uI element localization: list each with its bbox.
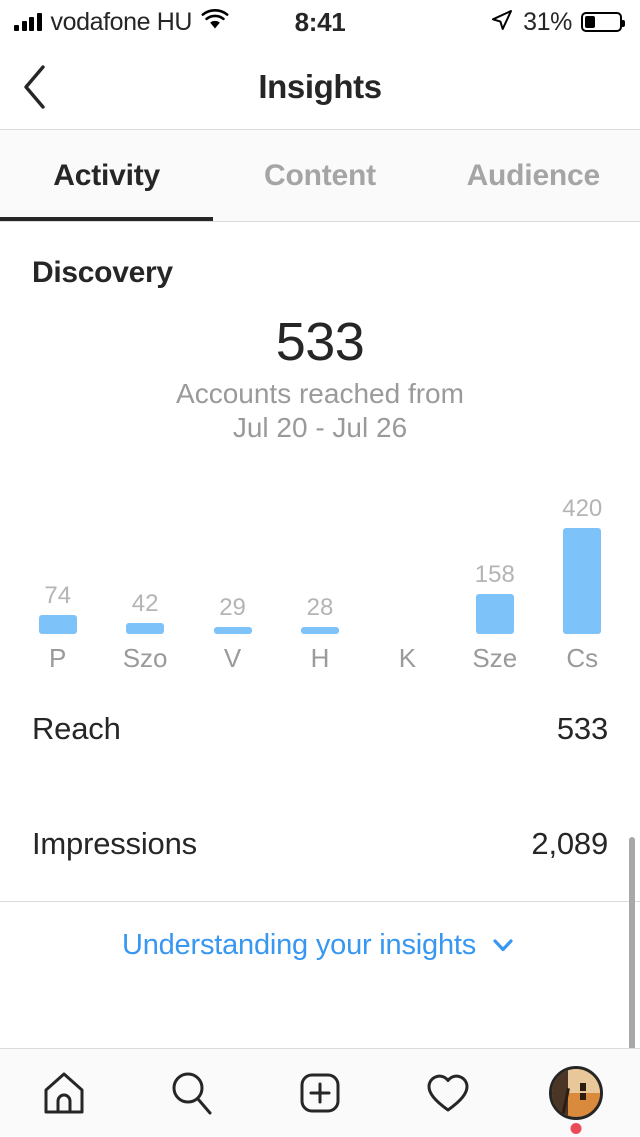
understanding-your-insights-label: Understanding your insights	[121, 928, 477, 961]
chart-column: 28 H	[276, 471, 363, 671]
chart-bar-value: 158	[474, 561, 515, 588]
battery-percent-label: 31%	[523, 7, 572, 36]
chart-bar-value: 74	[44, 582, 72, 609]
accounts-reached-caption: Accounts reached from Jul 20 - Jul 26	[0, 377, 640, 445]
status-bar-right: 31%	[490, 7, 625, 37]
chart-category-label: Sze	[472, 643, 518, 673]
tabbar-item-home[interactable]	[0, 1049, 128, 1137]
insights-tabs: Activity Content Audience	[0, 130, 640, 222]
metric-row[interactable]: Reach 533	[0, 671, 640, 786]
heart-icon	[427, 1074, 469, 1111]
accounts-reached-caption-line1: Accounts reached from	[176, 377, 464, 409]
chart-column: K	[364, 471, 451, 671]
chart-category-label: H	[310, 643, 330, 673]
chart-column: 42 Szo	[101, 471, 188, 673]
chart-category-label: K	[398, 643, 417, 673]
metric-value-reach: 533	[556, 710, 608, 746]
home-icon	[44, 1072, 84, 1113]
chart-bar	[475, 594, 514, 634]
metric-label-impressions: Impressions	[32, 825, 197, 861]
tab-audience-label: Audience	[466, 158, 601, 192]
chart-bar	[213, 627, 252, 634]
metric-row[interactable]: Impressions 2,089	[0, 786, 640, 901]
tab-audience[interactable]: Audience	[427, 130, 640, 221]
chevron-left-icon	[24, 64, 45, 109]
chart-column: 158 Sze	[451, 471, 538, 673]
bottom-tab-bar	[0, 1048, 640, 1136]
location-arrow-icon	[490, 8, 514, 37]
discovery-hero: 533 Accounts reached from Jul 20 - Jul 2…	[0, 314, 640, 445]
tabbar-item-search[interactable]	[128, 1049, 256, 1137]
tabbar-item-activity[interactable]	[384, 1049, 512, 1137]
chart-bar	[38, 615, 77, 634]
chart-bar-value: 420	[562, 495, 603, 522]
status-bar: vodafone HU 8:41 31%	[0, 0, 640, 44]
chart-category-label: V	[223, 643, 242, 673]
chart-bar	[563, 528, 602, 634]
chart-column: 74 P	[14, 471, 101, 671]
accounts-reached-value: 533	[275, 312, 365, 372]
accounts-reached-date-range: Jul 20 - Jul 26	[232, 411, 408, 443]
back-button[interactable]	[0, 44, 70, 130]
metric-label-reach: Reach	[32, 710, 121, 746]
chart-bar-value: 42	[131, 590, 159, 617]
notification-badge-dot	[570, 1122, 582, 1134]
nav-bar: Insights	[0, 44, 640, 130]
tab-content[interactable]: Content	[213, 130, 426, 221]
chevron-down-icon	[493, 939, 513, 952]
discovery-section-title: Discovery	[32, 256, 173, 289]
chart-category-label: Szo	[122, 643, 168, 673]
understanding-your-insights-button[interactable]: Understanding your insights	[0, 902, 640, 988]
battery-icon	[581, 12, 625, 32]
page-title: Insights	[258, 67, 382, 105]
chart-column: 29 V	[189, 471, 276, 671]
chart-bar-value: 29	[219, 594, 246, 621]
chart-bar	[126, 623, 165, 634]
search-icon	[172, 1072, 212, 1114]
avatar-wrap	[549, 1065, 603, 1134]
avatar	[549, 1065, 603, 1120]
tab-activity-label: Activity	[53, 158, 161, 192]
chart-column: 420 Cs	[539, 471, 626, 673]
discovery-bar-chart: 74 P 42 Szo 29 V 28 H K 158 Sze 420 Cs	[0, 471, 640, 671]
chart-bar	[300, 627, 339, 634]
tabbar-item-add[interactable]	[256, 1049, 384, 1137]
chart-category-label: Cs	[566, 643, 599, 673]
chart-category-label: P	[49, 643, 67, 673]
metric-value-impressions: 2,089	[531, 825, 608, 861]
chart-bar-value: 28	[306, 594, 334, 621]
plus-square-icon	[300, 1073, 340, 1112]
tab-activity[interactable]: Activity	[0, 130, 214, 221]
tabbar-item-profile[interactable]	[512, 1049, 640, 1137]
insights-scroll-area[interactable]: Discovery 533 Accounts reached from Jul …	[0, 222, 640, 1088]
tab-content-label: Content	[264, 158, 376, 192]
